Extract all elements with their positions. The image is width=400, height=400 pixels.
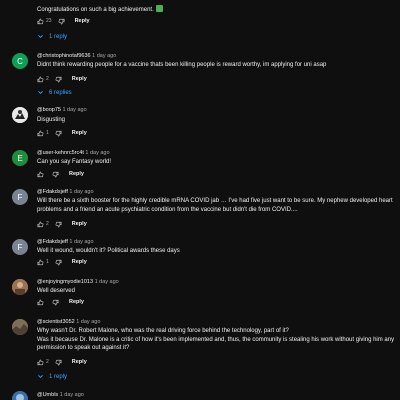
reply-button[interactable]: Reply (72, 130, 87, 136)
reply-button[interactable]: Reply (72, 76, 87, 82)
comment-meta: @scientist3052 1 day ago (37, 319, 100, 325)
comment-meta: @christophinotaf9636 1 day ago (37, 53, 116, 59)
comment-meta: @enjoyingmyodie1013 1 day ago (37, 279, 119, 285)
comment-actions: Reply (37, 298, 84, 306)
thumbs-down-icon[interactable] (58, 18, 65, 25)
comment-time[interactable]: 1 day ago (69, 239, 93, 245)
view-replies-button[interactable]: 6 replies (37, 89, 72, 96)
thumbs-up-icon[interactable] (37, 299, 44, 306)
view-replies-button[interactable]: 1 reply (37, 33, 67, 40)
like-count: 23 (46, 18, 52, 24)
reply-button[interactable]: Reply (72, 359, 87, 365)
comment-time[interactable]: 1 day ago (85, 150, 109, 156)
thumbs-up-icon[interactable] (37, 171, 44, 178)
comment-time[interactable]: 1 day ago (76, 319, 100, 325)
comment-text: Disgusting (37, 117, 66, 123)
comment-time[interactable]: 1 day ago (92, 53, 116, 59)
comment-actions: 23 Reply (37, 17, 90, 25)
comment-author[interactable]: @user-kehnrc5rc4t (37, 150, 84, 156)
replies-label: 6 replies (49, 89, 72, 96)
comment-time[interactable]: 1 day ago (69, 189, 93, 195)
thumbs-down-icon[interactable] (52, 171, 59, 178)
comment-meta: @Fdakdsjeff 1 day ago (37, 239, 94, 245)
chevron-down-icon (38, 35, 43, 38)
comment-time[interactable]: 1 day ago (60, 392, 84, 398)
celebration-emoji-icon (155, 5, 163, 12)
avatar-image (12, 279, 28, 295)
avatar[interactable]: C (12, 53, 28, 69)
avatar[interactable] (12, 319, 28, 335)
comment-author[interactable]: @Fdakdsjeff (37, 239, 68, 245)
reply-button[interactable]: Reply (69, 299, 84, 305)
avatar-letter: E (17, 153, 23, 163)
comment-actions: 2 Reply (37, 220, 87, 228)
comment-actions: 2 Reply (37, 75, 87, 83)
avatar[interactable] (12, 391, 28, 400)
comment-text: Well deserved (37, 288, 75, 294)
reply-button[interactable]: Reply (75, 18, 90, 24)
avatar-image (12, 107, 28, 123)
thumbs-up-icon[interactable] (37, 359, 44, 366)
comment-actions: 1 Reply (37, 129, 87, 137)
comment-author[interactable]: @Umbls (37, 392, 58, 398)
reply-button[interactable]: Reply (72, 221, 87, 227)
avatar[interactable]: F (12, 239, 28, 255)
comment-text: Well it wound, wouldn't it? Political aw… (37, 248, 180, 254)
avatar-image (12, 391, 28, 400)
comment-author[interactable]: @Fdakdsjeff (37, 189, 68, 195)
comment-actions: 1 Reply (37, 258, 87, 266)
thumbs-up-icon[interactable] (37, 76, 44, 83)
thumbs-down-icon[interactable] (55, 130, 62, 137)
chevron-down-icon (38, 91, 43, 94)
thumbs-up-icon[interactable] (37, 18, 44, 25)
comment-meta: @user-kehnrc5rc4t 1 day ago (37, 150, 110, 156)
reply-button[interactable]: Reply (72, 259, 87, 265)
comment-meta: @Umbls 1 day ago (37, 392, 84, 398)
like-count: 2 (46, 221, 49, 227)
thumbs-up-icon[interactable] (37, 130, 44, 137)
thumbs-up-icon[interactable] (37, 259, 44, 266)
avatar-letter: F (17, 192, 23, 202)
comment-actions: Reply (37, 170, 84, 178)
comment-text: Congratulations on such a big achievemen… (37, 5, 395, 15)
thumbs-down-icon[interactable] (55, 259, 62, 266)
comment-author[interactable]: @scientist3052 (37, 319, 75, 325)
avatar[interactable] (12, 279, 28, 295)
comment-author[interactable]: @boop75 (37, 107, 61, 113)
thumbs-up-icon[interactable] (37, 221, 44, 228)
thumbs-down-icon[interactable] (55, 76, 62, 83)
avatar-letter: C (17, 56, 23, 66)
comment-actions: 2 Reply (37, 358, 87, 366)
comment-meta: @Fdakdsjeff 1 day ago (37, 189, 94, 195)
avatar-image (12, 319, 28, 335)
like-count: 2 (46, 359, 49, 365)
reply-button[interactable]: Reply (69, 171, 84, 177)
avatar-letter: F (17, 242, 23, 252)
thumbs-down-icon[interactable] (55, 359, 62, 366)
replies-label: 1 reply (49, 33, 68, 40)
view-replies-button[interactable]: 1 reply (37, 373, 67, 380)
comment-text: Didnt think rewarding people for a vacci… (37, 62, 327, 68)
avatar[interactable]: E (12, 150, 28, 166)
comment-author[interactable]: @christophinotaf9636 (37, 53, 91, 59)
replies-label: 1 reply (49, 373, 68, 380)
thumbs-down-icon[interactable] (55, 221, 62, 228)
avatar[interactable]: F (12, 189, 28, 205)
comment-meta: @boop75 1 day ago (37, 107, 87, 113)
like-count: 1 (46, 259, 49, 265)
comment-time[interactable]: 1 day ago (95, 279, 119, 285)
comment-text: Will there be a sixth booster for the hi… (37, 198, 393, 213)
like-count: 1 (46, 130, 49, 136)
comment-time[interactable]: 1 day ago (62, 107, 86, 113)
comment-author[interactable]: @enjoyingmyodie1013 (37, 279, 93, 285)
avatar[interactable] (12, 107, 28, 123)
chevron-down-icon (38, 375, 43, 378)
comment-text: Why wasn't Dr. Robert Malone, who was th… (37, 328, 395, 351)
like-count: 2 (46, 76, 49, 82)
thumbs-down-icon[interactable] (52, 299, 59, 306)
comment-text: Can you say Fantasy world! (37, 159, 112, 165)
